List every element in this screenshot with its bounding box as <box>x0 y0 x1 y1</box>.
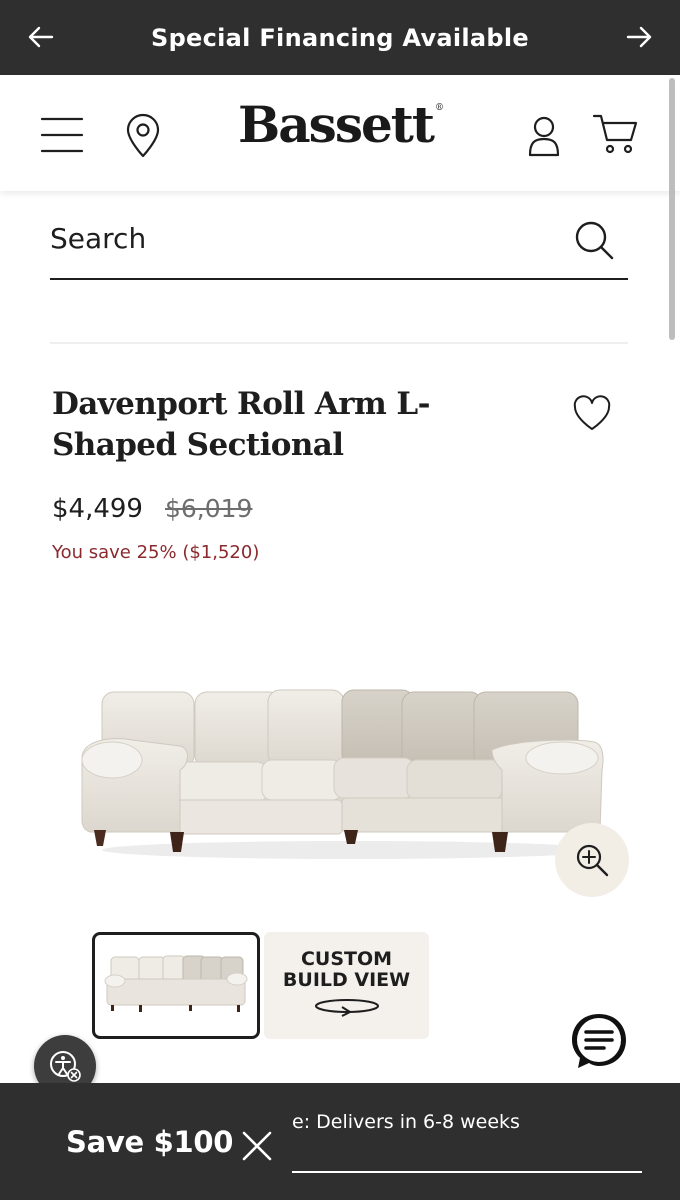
custom-build-view-button[interactable]: CUSTOM BUILD VIEW <box>264 932 429 1039</box>
search-bar <box>50 208 628 280</box>
price-row: $4,499 $6,019 <box>52 494 252 524</box>
registered-mark: ® <box>434 103 444 113</box>
sectional-sofa-image[interactable] <box>72 680 612 870</box>
promo-banner: Special Financing Available <box>0 0 680 75</box>
account-icon[interactable] <box>526 115 562 157</box>
thumbnail-main[interactable] <box>92 932 260 1039</box>
arrow-left-icon[interactable] <box>26 22 56 52</box>
bottom-promo-bar: Save $100 e: Delivers in 6-8 weeks <box>0 1083 680 1200</box>
delivery-field[interactable]: e: Delivers in 6-8 weeks <box>292 1111 642 1173</box>
current-price: $4,499 <box>52 494 143 524</box>
logo-text: Bassett <box>238 95 435 154</box>
savings-text: You save 25% ($1,520) <box>52 542 260 563</box>
zoom-button[interactable] <box>555 823 629 897</box>
bassett-logo[interactable]: Bassett ® <box>0 95 680 154</box>
cart-icon[interactable] <box>592 113 638 155</box>
save-offer-label[interactable]: Save $100 <box>66 1125 233 1159</box>
close-icon[interactable] <box>240 1129 274 1163</box>
original-price: $6,019 <box>164 494 253 523</box>
arrow-right-icon[interactable] <box>624 22 654 52</box>
custom-build-label: CUSTOM BUILD VIEW <box>282 948 411 991</box>
chat-icon[interactable] <box>569 1011 629 1071</box>
page-scrollbar[interactable] <box>669 78 675 340</box>
rotate-arrow-icon <box>314 999 379 1017</box>
accessibility-icon <box>50 1051 81 1082</box>
search-input[interactable] <box>50 216 550 260</box>
sectional-thumbnail-image <box>104 955 248 1012</box>
site-header: Bassett ® <box>0 75 680 191</box>
product-title: Davenport Roll Arm L-Shaped Sectional <box>52 386 430 463</box>
search-icon[interactable] <box>574 220 614 260</box>
promo-text[interactable]: Special Financing Available <box>151 24 529 52</box>
heart-icon[interactable] <box>572 394 612 434</box>
delivery-text: e: Delivers in 6-8 weeks <box>292 1111 520 1133</box>
zoom-in-icon <box>576 844 609 877</box>
section-divider <box>50 342 628 344</box>
